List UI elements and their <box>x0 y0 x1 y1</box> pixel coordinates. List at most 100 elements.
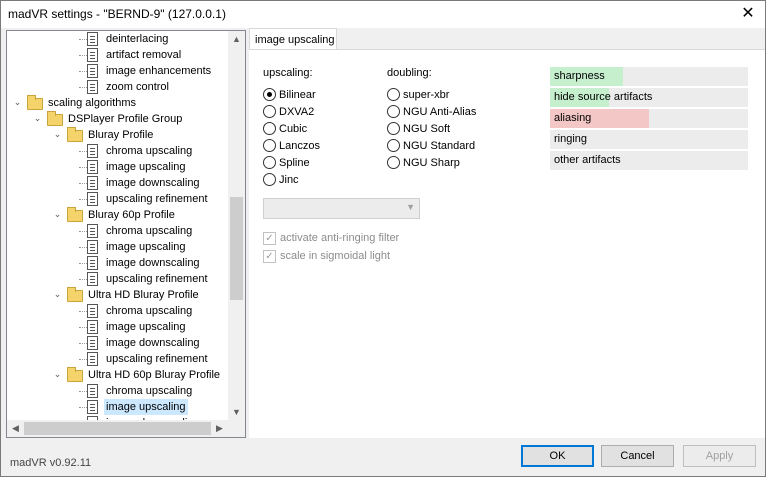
doubling-option-label: NGU Sharp <box>403 157 460 169</box>
scroll-thumb-horizontal[interactable] <box>24 422 211 435</box>
doubling-radio[interactable]: NGU Sharp <box>387 156 460 170</box>
expand-chevron-icon[interactable]: ⌄ <box>33 114 42 123</box>
upscaling-radio[interactable]: Lanczos <box>263 139 320 153</box>
tree-item[interactable]: image upscaling <box>7 399 229 415</box>
settings-page-icon <box>87 400 98 414</box>
settings-page-icon <box>87 304 98 318</box>
quality-bar: ringing <box>550 130 748 149</box>
tree-folder[interactable]: ⌄ Ultra HD 60p Bluray Profile <box>7 367 229 383</box>
upscaling-radio[interactable]: Cubic <box>263 122 307 136</box>
tree-connector <box>79 343 87 344</box>
upscaling-label: upscaling: <box>263 67 313 79</box>
expand-chevron-icon[interactable]: ⌄ <box>53 130 62 139</box>
tree-item-label: chroma upscaling <box>106 145 193 157</box>
tree-folder[interactable]: ⌄ scaling algorithms <box>7 95 229 111</box>
tree-item-label: image enhancements <box>106 65 212 77</box>
folder-icon <box>27 95 43 110</box>
tree-connector <box>79 231 87 232</box>
expand-chevron-icon[interactable]: ⌄ <box>53 210 62 219</box>
doubling-option-label: super-xbr <box>403 89 450 101</box>
tree-item-label: image upscaling <box>106 161 186 173</box>
tree-item[interactable]: chroma upscaling <box>7 383 229 399</box>
tree-item[interactable]: upscaling refinement <box>7 351 229 367</box>
settings-tree: deinterlacing artifact removal image enhan… <box>6 30 246 438</box>
upscaling-option-label: Spline <box>279 157 310 169</box>
tree-item[interactable]: artifact removal <box>7 47 229 63</box>
tree-connector <box>79 391 87 392</box>
upscaling-option-label: Bilinear <box>279 89 316 101</box>
settings-page-icon <box>87 192 98 206</box>
tree-folder[interactable]: ⌄ Bluray 60p Profile <box>7 207 229 223</box>
tree-connector <box>79 39 87 40</box>
tree-horizontal-scrollbar[interactable]: ◀ ▶ <box>7 420 245 437</box>
tree-item-label: image downscaling <box>106 177 200 189</box>
settings-page-icon <box>87 336 98 350</box>
tree-item-label: image upscaling <box>104 399 188 415</box>
tree-folder[interactable]: ⌄ Ultra HD Bluray Profile <box>7 287 229 303</box>
tree-item[interactable]: upscaling refinement <box>7 191 229 207</box>
upscaling-radio[interactable]: Spline <box>263 156 310 170</box>
doubling-radio[interactable]: NGU Anti-Alias <box>387 105 476 119</box>
radio-circle-icon <box>263 139 276 152</box>
tree-connector <box>79 183 87 184</box>
tree-connector <box>79 247 87 248</box>
tree-item-label: artifact removal <box>106 49 182 61</box>
anti-ringing-checkbox[interactable]: ✓ activate anti-ringing filter <box>263 232 399 246</box>
upscaling-radio[interactable]: DXVA2 <box>263 105 314 119</box>
tree-folder[interactable]: ⌄ Bluray Profile <box>7 127 229 143</box>
folder-icon <box>67 127 83 142</box>
tree-item[interactable]: image upscaling <box>7 319 229 335</box>
expand-chevron-icon[interactable]: ⌄ <box>53 370 62 379</box>
folder-icon <box>47 111 63 126</box>
tree-item[interactable]: chroma upscaling <box>7 143 229 159</box>
cancel-button[interactable]: Cancel <box>601 445 674 467</box>
sigmoidal-label: scale in sigmoidal light <box>280 250 391 262</box>
tree-item[interactable]: image downscaling <box>7 255 229 271</box>
tree-item-label: chroma upscaling <box>106 305 193 317</box>
settings-page-icon <box>87 240 98 254</box>
tree-folder[interactable]: ⌄ DSPlayer Profile Group <box>7 111 229 127</box>
close-icon[interactable]: ✕ <box>731 1 765 28</box>
tab-image-upscaling[interactable]: image upscaling <box>249 28 337 50</box>
expand-chevron-icon[interactable]: ⌄ <box>13 98 22 107</box>
tree-item-label: image upscaling <box>106 241 186 253</box>
settings-page-icon <box>87 32 98 46</box>
doubling-radio[interactable]: NGU Soft <box>387 122 450 136</box>
tree-connector <box>79 87 87 88</box>
scroll-left-icon[interactable]: ◀ <box>7 420 24 437</box>
scroll-up-icon[interactable]: ▲ <box>228 31 245 48</box>
tree-item-label: image downscaling <box>106 337 200 349</box>
scroll-thumb[interactable] <box>230 197 243 300</box>
settings-page-icon <box>87 80 98 94</box>
scroll-down-icon[interactable]: ▼ <box>228 404 245 421</box>
doubling-radio[interactable]: NGU Standard <box>387 139 475 153</box>
upscaling-radio[interactable]: Jinc <box>263 173 299 187</box>
quality-bar: other artifacts <box>550 151 748 170</box>
radio-circle-icon <box>263 173 276 186</box>
settings-page-icon <box>87 272 98 286</box>
apply-button[interactable]: Apply <box>683 445 756 467</box>
tree-item[interactable]: image upscaling <box>7 159 229 175</box>
tree-item[interactable]: deinterlacing <box>7 31 229 47</box>
tree-rows: deinterlacing artifact removal image enhan… <box>7 31 229 421</box>
tree-item[interactable]: zoom control <box>7 79 229 95</box>
sigmoidal-checkbox[interactable]: ✓ scale in sigmoidal light <box>263 250 390 264</box>
tree-item[interactable]: image upscaling <box>7 239 229 255</box>
tree-item-label: Bluray 60p Profile <box>88 209 175 221</box>
doubling-radio[interactable]: super-xbr <box>387 88 449 102</box>
quality-bar-label: ringing <box>554 133 588 145</box>
doubling-label: doubling: <box>387 67 432 79</box>
tree-item[interactable]: chroma upscaling <box>7 303 229 319</box>
tree-item[interactable]: chroma upscaling <box>7 223 229 239</box>
tree-item[interactable]: image downscaling <box>7 335 229 351</box>
radio-circle-icon <box>263 122 276 135</box>
tree-item[interactable]: image downscaling <box>7 175 229 191</box>
ok-button[interactable]: OK <box>521 445 594 467</box>
tree-item[interactable]: upscaling refinement <box>7 271 229 287</box>
upscaling-option-label: Lanczos <box>279 140 320 152</box>
tree-item[interactable]: image enhancements <box>7 63 229 79</box>
tree-vertical-scrollbar[interactable]: ▲ ▼ <box>228 31 245 421</box>
expand-chevron-icon[interactable]: ⌄ <box>53 290 62 299</box>
scroll-right-icon[interactable]: ▶ <box>211 420 228 437</box>
upscaling-radio[interactable]: Bilinear <box>263 88 316 102</box>
